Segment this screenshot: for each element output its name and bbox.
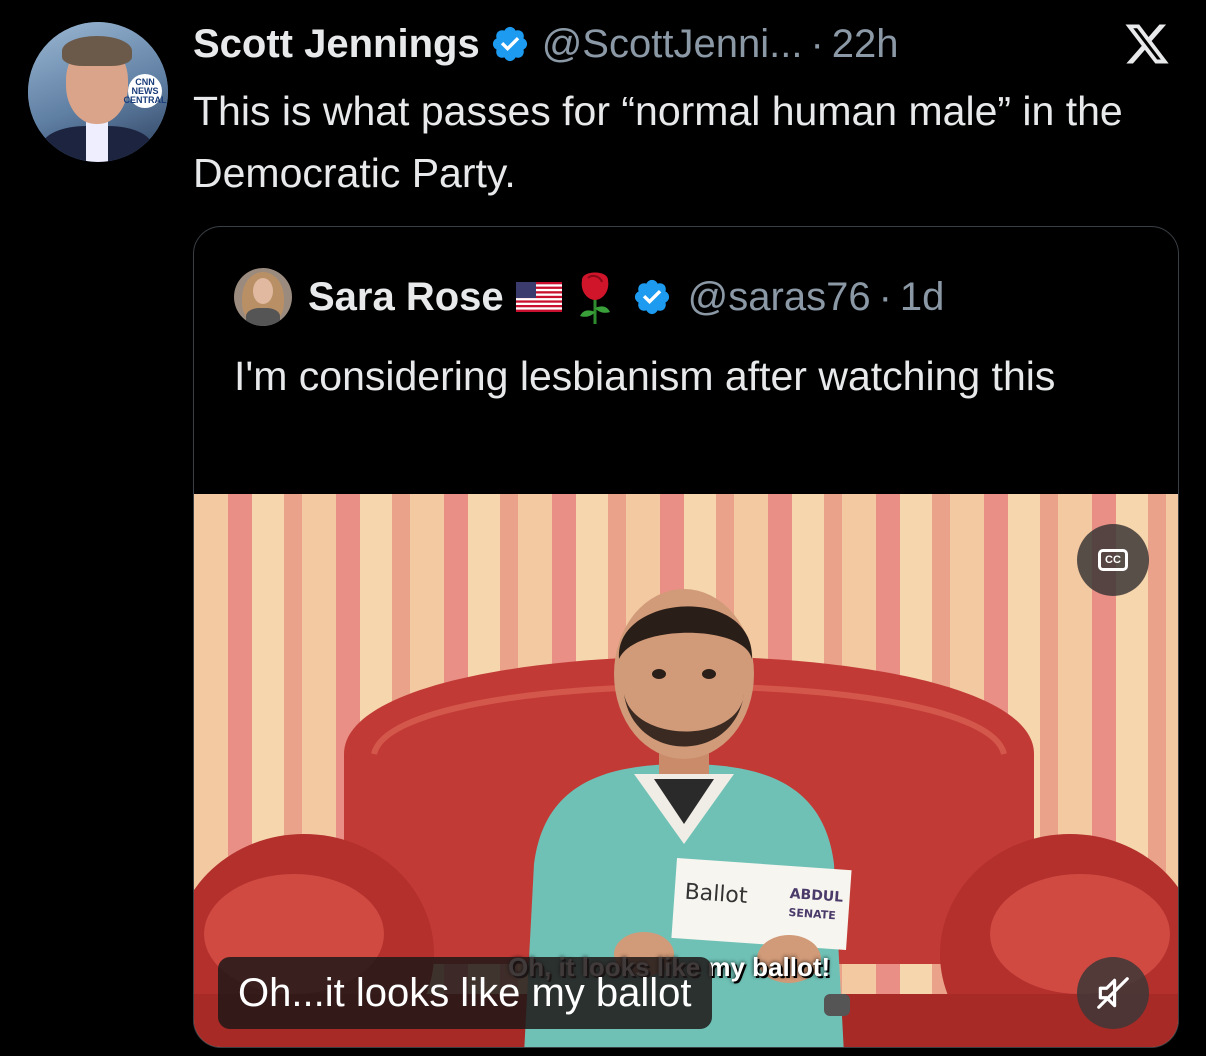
- quoted-avatar[interactable]: [234, 268, 292, 326]
- quoted-text: I'm considering lesbianism after watchin…: [234, 353, 1056, 399]
- tweet-text: This is what passes for “normal human ma…: [193, 88, 1123, 196]
- quoted-header: Sara Rose @saras76 · 1d: [234, 267, 944, 327]
- quoted-avatar-top: [246, 308, 280, 326]
- rose-icon: [579, 272, 610, 324]
- quoted-handle[interactable]: @saras76: [688, 275, 871, 320]
- quoted-author-name[interactable]: Sara Rose: [308, 275, 504, 320]
- avatar-hair: [62, 36, 132, 66]
- tweet-time[interactable]: 22h: [832, 22, 899, 67]
- caption-text: Oh...it looks like my ballot: [238, 970, 692, 1015]
- muted-speaker-icon: [1097, 977, 1129, 1009]
- mute-button[interactable]: [1077, 957, 1149, 1029]
- x-logo-icon[interactable]: [1120, 20, 1174, 68]
- author-handle[interactable]: @ScottJenni...: [542, 22, 803, 67]
- quoted-verified-badge-icon: [634, 279, 669, 315]
- card-handwriting: Ballot: [684, 880, 749, 909]
- us-flag-icon: [515, 282, 562, 312]
- quoted-avatar-face: [253, 278, 273, 304]
- tweet-header: Scott Jennings @ScottJenni... · 22h: [193, 16, 899, 72]
- quoted-time[interactable]: 1d: [900, 275, 945, 320]
- author-name[interactable]: Scott Jennings: [193, 22, 480, 67]
- time-separator: ·: [810, 21, 824, 66]
- video-caption-bar: Oh...it looks like my ballot: [218, 957, 712, 1029]
- captions-button[interactable]: CC: [1077, 524, 1149, 596]
- cc-icon: CC: [1098, 549, 1128, 571]
- quoted-tweet[interactable]: Sara Rose @saras76 · 1d I'm considering: [193, 226, 1179, 1048]
- video-player[interactable]: Ballot ABDUL SENATE CC Oh, it looks like…: [194, 494, 1178, 1047]
- main-avatar[interactable]: CNN NEWS CENTRAL: [28, 22, 168, 162]
- verified-badge-icon: [492, 26, 527, 62]
- avatar-shirt: [86, 122, 108, 162]
- quoted-time-separator: ·: [878, 274, 892, 319]
- cnn-logo: CNN NEWS CENTRAL: [124, 74, 167, 108]
